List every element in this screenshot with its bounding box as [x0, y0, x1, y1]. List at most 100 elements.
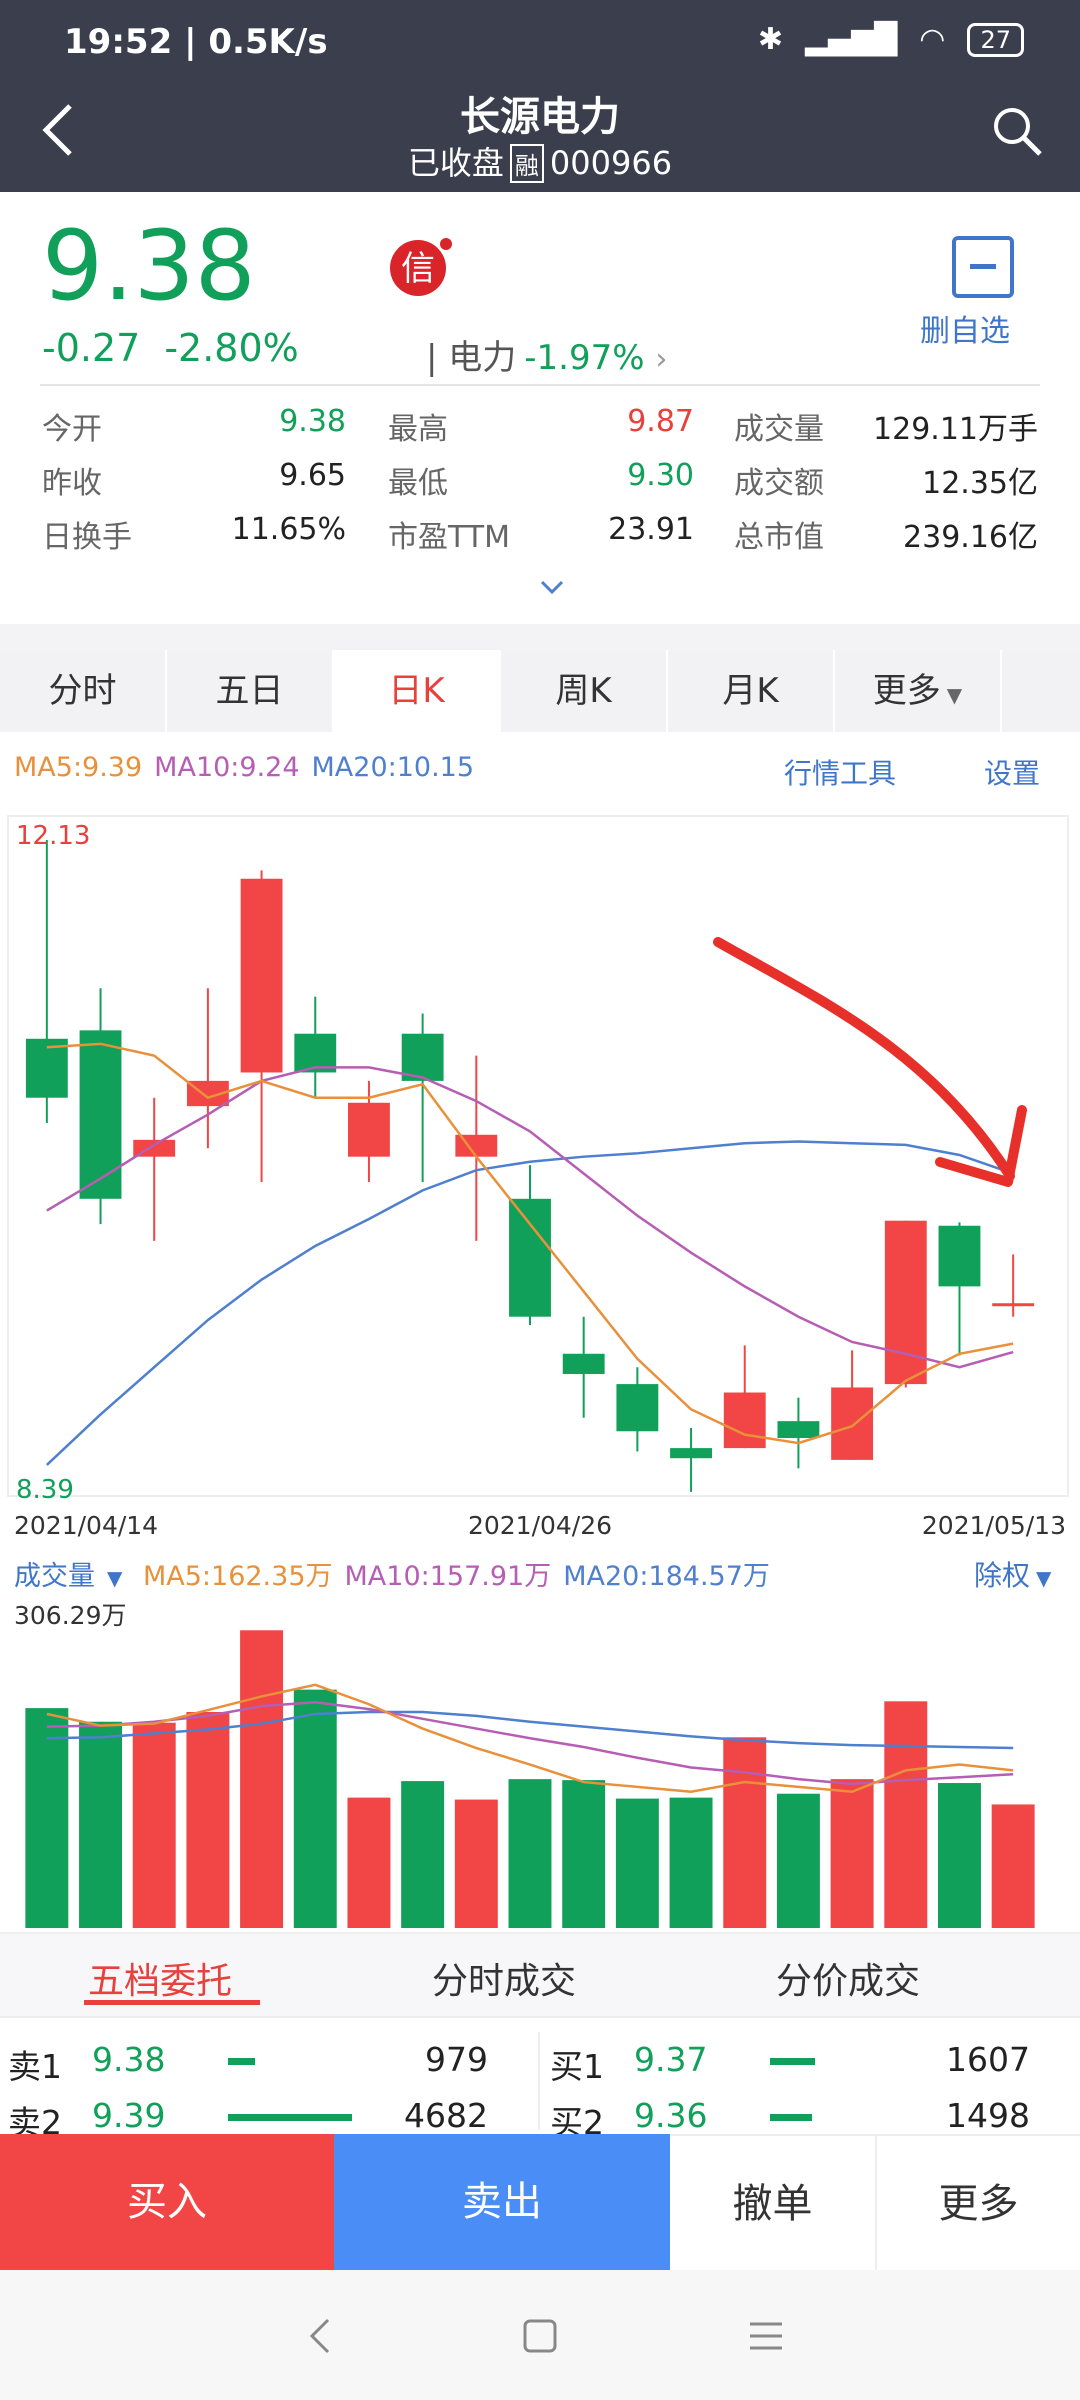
orderbook-volume-bar	[770, 2114, 813, 2121]
orderbook-price: 9.36	[634, 2096, 708, 2135]
stat-value: 239.16亿	[903, 520, 1038, 555]
market-tools-link[interactable]: 行情工具	[784, 752, 896, 792]
stat-label: 市盈TTM	[388, 520, 511, 555]
volume-bar	[454, 1799, 498, 1928]
candle-body	[240, 878, 283, 1073]
sell-button[interactable]: 卖出	[334, 2134, 670, 2270]
remove-watchlist-button[interactable]	[952, 236, 1014, 298]
stat-value: 9.38	[279, 404, 346, 439]
tab-2[interactable]: 日K	[334, 650, 501, 732]
orderbook-price: 9.37	[634, 2040, 708, 2079]
status-icons: ✱ ▂▄▆█ ◠ 27	[758, 22, 1024, 57]
tab-3[interactable]: 周K	[501, 650, 668, 732]
divider	[40, 384, 1040, 386]
credit-info-icon[interactable]: 信	[386, 234, 456, 298]
stat-value: 9.87	[627, 404, 694, 439]
ma5-label: MA5:9.39	[14, 752, 143, 783]
orderbook-volume-bar	[228, 2114, 352, 2121]
stat-value: 23.91	[608, 512, 694, 547]
annotation-arrow	[713, 937, 1015, 1181]
bluetooth-icon: ✱	[757, 22, 783, 57]
orderbook-volume: 979	[425, 2040, 488, 2079]
stock-name: 长源电力	[460, 94, 620, 140]
settings-link[interactable]: 设置	[984, 752, 1040, 792]
orderbook-volume-bar	[228, 2058, 256, 2065]
stat-label: 今开	[42, 412, 102, 447]
battery-icon: 27	[967, 22, 1024, 57]
system-nav-bar	[0, 2270, 1080, 2400]
orderbook-tab-1[interactable]: 分时成交	[432, 1952, 576, 2004]
change-percent: -2.80%	[164, 326, 299, 370]
tab-5[interactable]: 更多 ▼	[835, 650, 1002, 732]
tab-0[interactable]: 分时	[0, 650, 167, 732]
sector-link[interactable]: | 电力 -1.97% ›	[426, 330, 667, 379]
candle-body	[562, 1353, 605, 1374]
candle-body	[884, 1220, 927, 1385]
candle-body	[777, 1421, 820, 1438]
status-time: 19:52 | 0.5K/s	[64, 22, 328, 62]
volume-bar	[991, 1804, 1035, 1928]
candle-body	[79, 1030, 122, 1199]
orderbook-tab-2[interactable]: 分价成交	[776, 1952, 920, 2004]
more-button[interactable]: 更多	[875, 2134, 1080, 2270]
candle-body	[25, 1038, 68, 1098]
volume-bar	[401, 1781, 445, 1928]
volume-bar	[562, 1780, 606, 1928]
tab-label: 更多	[872, 671, 941, 711]
volume-bar	[615, 1798, 659, 1928]
candle-body	[616, 1384, 659, 1432]
kline-chart[interactable]: 12.13 8.39 2021/04/14 2021/04/26 2021/05/13	[0, 810, 1080, 1550]
orderbook-tabs: 五档委托 分时成交 分价成交	[0, 1932, 1080, 2018]
volume-bar	[132, 1722, 176, 1928]
stat-label: 成交量	[734, 412, 824, 447]
stat-value: 11.65%	[231, 512, 346, 547]
orderbook-level-label: 卖1	[8, 2047, 62, 2086]
buy-button[interactable]: 买入	[0, 2134, 334, 2270]
cancel-order-button[interactable]: 撤单	[670, 2134, 875, 2270]
tab-4[interactable]: 月K	[668, 650, 835, 732]
volume-bar	[884, 1701, 928, 1928]
svg-text:信: 信	[401, 249, 435, 289]
nav-back-icon[interactable]	[306, 2316, 334, 2356]
nav-menu-icon[interactable]	[748, 2320, 784, 2352]
volume-bar	[347, 1797, 391, 1928]
section-gap	[0, 624, 1080, 650]
divider	[538, 2032, 540, 2130]
price-min-label: 8.39	[16, 1475, 74, 1505]
market-status: 已收盘	[407, 144, 504, 182]
orderbook-level-label: 买1	[550, 2047, 604, 2086]
orderbook-volume-bar	[770, 2058, 815, 2065]
caret-down-icon: ▼	[946, 683, 963, 707]
candle-body	[348, 1102, 390, 1157]
chevron-down-icon[interactable]	[538, 578, 566, 596]
nav-home-icon[interactable]	[522, 2318, 558, 2354]
stat-value: 9.65	[279, 458, 346, 493]
candle-body	[509, 1198, 551, 1317]
price-change: -0.27 -2.80%	[42, 326, 323, 370]
change-value: -0.27	[42, 326, 141, 370]
ma20-label: MA20:10.15	[311, 752, 475, 783]
remove-watchlist-label[interactable]: 删自选	[920, 306, 1010, 350]
orderbook-tab-0[interactable]: 五档委托	[88, 1952, 232, 2004]
stat-label: 日换手	[42, 520, 132, 555]
tab-label: 分时	[48, 671, 117, 711]
x-axis-label: 2021/04/26	[468, 1511, 612, 1540]
stat-value: 129.11万手	[873, 412, 1038, 447]
sector-name: | 电力	[426, 338, 517, 378]
volume-chart[interactable]	[0, 1580, 1080, 1932]
ma-legend: MA5:9.39 MA10:9.24 MA20:10.15	[14, 752, 486, 783]
tab-label: 日K	[388, 671, 445, 711]
stat-label: 总市值	[734, 520, 824, 555]
orderbook-price: 9.38	[92, 2040, 166, 2079]
volume-bar	[186, 1712, 230, 1928]
search-icon[interactable]	[990, 104, 1044, 158]
volume-bar	[723, 1737, 767, 1928]
volume-max-label: 306.29万	[14, 1601, 127, 1630]
stat-label: 成交额	[734, 466, 824, 501]
tab-label: 周K	[555, 671, 612, 711]
tab-1[interactable]: 五日	[167, 650, 334, 732]
stat-value: 12.35亿	[922, 466, 1038, 501]
volume-bar	[25, 1708, 69, 1928]
volume-bar	[776, 1793, 820, 1928]
x-axis-label: 2021/04/14	[14, 1511, 158, 1540]
